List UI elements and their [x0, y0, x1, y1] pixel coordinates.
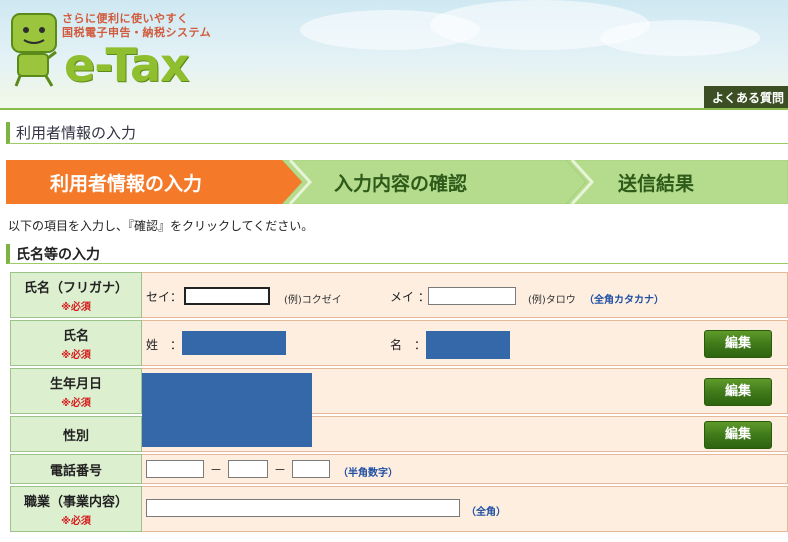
label-gender-text: 性別	[62, 428, 89, 444]
required-mark: ※必須	[61, 302, 91, 313]
site-tagline: さらに便利に使いやすく 国税電子申告・納税システム	[62, 12, 211, 40]
edit-gender-button[interactable]: 編集	[704, 421, 772, 449]
form-row-gender: 性別 編集	[10, 416, 788, 452]
tel-separator: －	[274, 463, 287, 477]
tel-part2-input[interactable]	[228, 460, 268, 478]
tel-separator: －	[210, 463, 223, 477]
value-furigana: セイ： (例)コクゼイ メイ ： (例)タロウ （全角カタカナ）	[142, 272, 788, 318]
step-user-info: 利用者情報の入力	[50, 173, 203, 195]
instruction-text: 以下の項目を入力し、『確認』をクリックしてください。	[8, 219, 314, 233]
value-job: （全角）	[142, 486, 788, 532]
label-dob-text: 生年月日	[49, 377, 102, 392]
faq-button[interactable]: よくある質問	[704, 86, 788, 108]
tel-note: （半角数字）	[338, 468, 398, 479]
sei-kana-input[interactable]	[184, 287, 270, 305]
label-job: 職業（事業内容） ※必須	[10, 486, 142, 532]
sei-kana-label: セイ：	[146, 290, 183, 304]
redacted-sei	[182, 331, 286, 355]
tagline-line1: さらに便利に使いやすく	[62, 12, 189, 25]
redacted-dob-gender	[142, 373, 312, 447]
label-dob: 生年月日 ※必須	[10, 368, 142, 414]
edit-name-button[interactable]: 編集	[704, 330, 772, 358]
step-result: 送信結果	[618, 173, 695, 195]
etax-logo[interactable]: e-Tax	[64, 38, 190, 92]
edit-dob-button[interactable]: 編集	[704, 378, 772, 406]
form-row-name: 氏名 ※必須 姓 ： 名 ： 編集	[10, 320, 788, 366]
label-name: 氏名 ※必須	[10, 320, 142, 366]
label-furigana-text: 氏名（フリガナ）	[23, 281, 128, 296]
section-title: 氏名等の入力	[6, 244, 788, 264]
etax-mascot-icon	[11, 13, 57, 87]
header-divider	[0, 108, 788, 110]
sei-kana-example: (例)コクゼイ	[284, 295, 342, 306]
form-row-dob: 生年月日 ※必須 編集	[10, 368, 788, 447]
tel-part3-input[interactable]	[292, 460, 330, 478]
furigana-note: （全角カタカナ）	[584, 295, 664, 306]
label-name-text: 氏名	[62, 329, 89, 344]
mei-kana-example: (例)タロウ	[528, 295, 576, 306]
redacted-mei	[426, 331, 510, 359]
form-row-job: 職業（事業内容） ※必須 （全角）	[10, 486, 788, 532]
page-title: 利用者情報の入力	[6, 122, 788, 144]
required-mark: ※必須	[61, 398, 91, 409]
label-job-text: 職業（事業内容）	[23, 495, 128, 510]
mei-kana-label: メイ ：	[390, 290, 430, 304]
mei-kana-input[interactable]	[428, 287, 516, 305]
value-name: 姓 ： 名 ： 編集	[142, 320, 788, 366]
job-note: （全角）	[466, 507, 506, 518]
value-tel: － － （半角数字）	[142, 454, 788, 484]
form-row-furigana: 氏名（フリガナ） ※必須 セイ： (例)コクゼイ メイ ： (例)タロウ （全角…	[10, 272, 788, 318]
label-tel-text: 電話番号	[49, 463, 102, 479]
mei-label: 名 ：	[390, 338, 427, 352]
value-dob: 編集	[142, 368, 788, 447]
user-info-form: 氏名（フリガナ） ※必須 セイ： (例)コクゼイ メイ ： (例)タロウ （全角…	[10, 270, 788, 534]
progress-steps: 利用者情報の入力 入力内容の確認 送信結果	[6, 160, 788, 204]
label-gender: 性別	[10, 416, 142, 452]
tel-part1-input[interactable]	[146, 460, 204, 478]
required-mark: ※必須	[61, 350, 91, 361]
step-confirm: 入力内容の確認	[334, 173, 468, 195]
label-tel: 電話番号	[10, 454, 142, 484]
sei-label: 姓 ：	[146, 338, 183, 352]
site-header: さらに便利に使いやすく 国税電子申告・納税システム e-Tax よくある質問	[0, 0, 788, 110]
form-row-tel: 電話番号 － － （半角数字）	[10, 454, 788, 484]
required-mark: ※必須	[61, 516, 91, 527]
job-input[interactable]	[146, 499, 460, 517]
label-furigana: 氏名（フリガナ） ※必須	[10, 272, 142, 318]
